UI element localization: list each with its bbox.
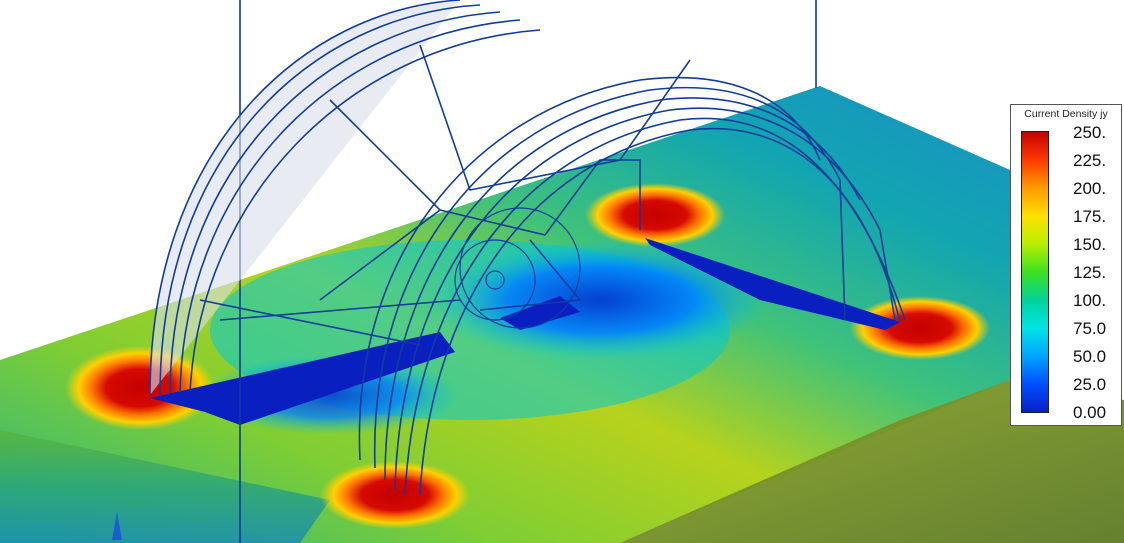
color-legend: Current Density jy 250. 225. 200. 175. 1… <box>1010 104 1122 426</box>
legend-tick: 50.0 <box>1073 347 1107 366</box>
legend-tick: 75.0 <box>1073 319 1107 338</box>
legend-title: Current Density jy <box>1024 108 1108 120</box>
legend-tick: 25.0 <box>1073 375 1107 394</box>
legend-tick: 150. <box>1073 235 1107 254</box>
3d-viewport[interactable] <box>0 0 1124 543</box>
legend-tick: 200. <box>1073 179 1107 198</box>
legend-tick: 125. <box>1073 263 1107 282</box>
legend-tick: 225. <box>1073 151 1107 170</box>
legend-tick: 100. <box>1073 291 1107 310</box>
legend-tick: 175. <box>1073 207 1107 226</box>
legend-colorbar <box>1021 131 1049 413</box>
legend-tick: 0.00 <box>1073 403 1107 422</box>
legend-tick: 250. <box>1073 123 1107 142</box>
